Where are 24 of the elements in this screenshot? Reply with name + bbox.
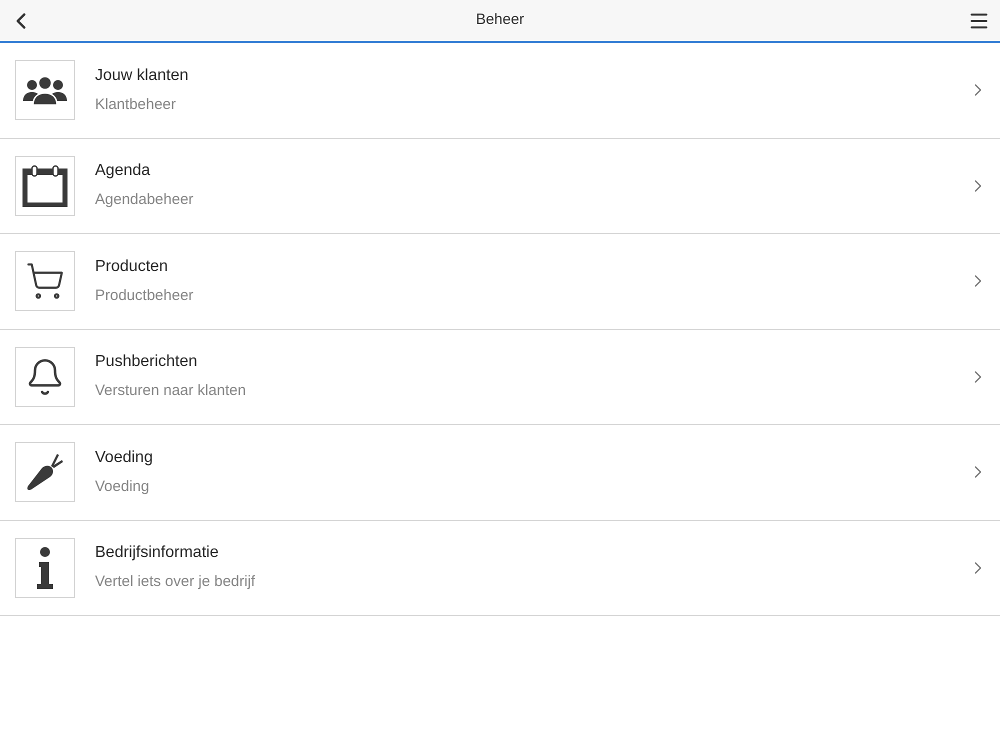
menu-list-item[interactable]: Agenda Agendabeheer bbox=[0, 138, 1000, 234]
carrot-icon bbox=[26, 452, 64, 492]
item-title: Jouw klanten bbox=[95, 66, 190, 86]
menu-list-item[interactable]: Jouw klanten Klantbeheer bbox=[0, 43, 1000, 138]
item-subtitle: Klantbeheer bbox=[95, 94, 177, 115]
item-title: Pushberichten bbox=[95, 352, 198, 372]
menu-list-item[interactable]: Producten Productbeheer bbox=[0, 234, 1000, 330]
item-subtitle: Vertel iets over je bedrijf bbox=[95, 572, 256, 592]
menu-list-item[interactable]: Bedrijfsinformatie Vertel iets over je bedrijf bbox=[0, 520, 1000, 616]
people-icon bbox=[23, 75, 67, 106]
item-subtitle: Productbeheer bbox=[95, 286, 194, 306]
item-title: Bedrijfsinformatie bbox=[95, 543, 220, 564]
item-title: Voeding bbox=[95, 448, 154, 468]
item-subtitle: Agendabeheer bbox=[95, 190, 194, 210]
item-title: Agenda bbox=[95, 161, 152, 182]
menu-list-item[interactable]: Pushberichten Versturen naar klanten bbox=[0, 330, 1000, 425]
page-title: Beheer bbox=[476, 10, 524, 30]
info-icon bbox=[37, 546, 53, 589]
item-title: Producten bbox=[95, 256, 169, 277]
calendar-icon bbox=[22, 164, 68, 207]
item-subtitle: Versturen naar klanten bbox=[95, 381, 247, 402]
item-subtitle: Voeding bbox=[95, 476, 150, 497]
cart-icon bbox=[25, 261, 65, 302]
menu-list-item[interactable]: Voeding Voeding bbox=[0, 425, 1000, 520]
